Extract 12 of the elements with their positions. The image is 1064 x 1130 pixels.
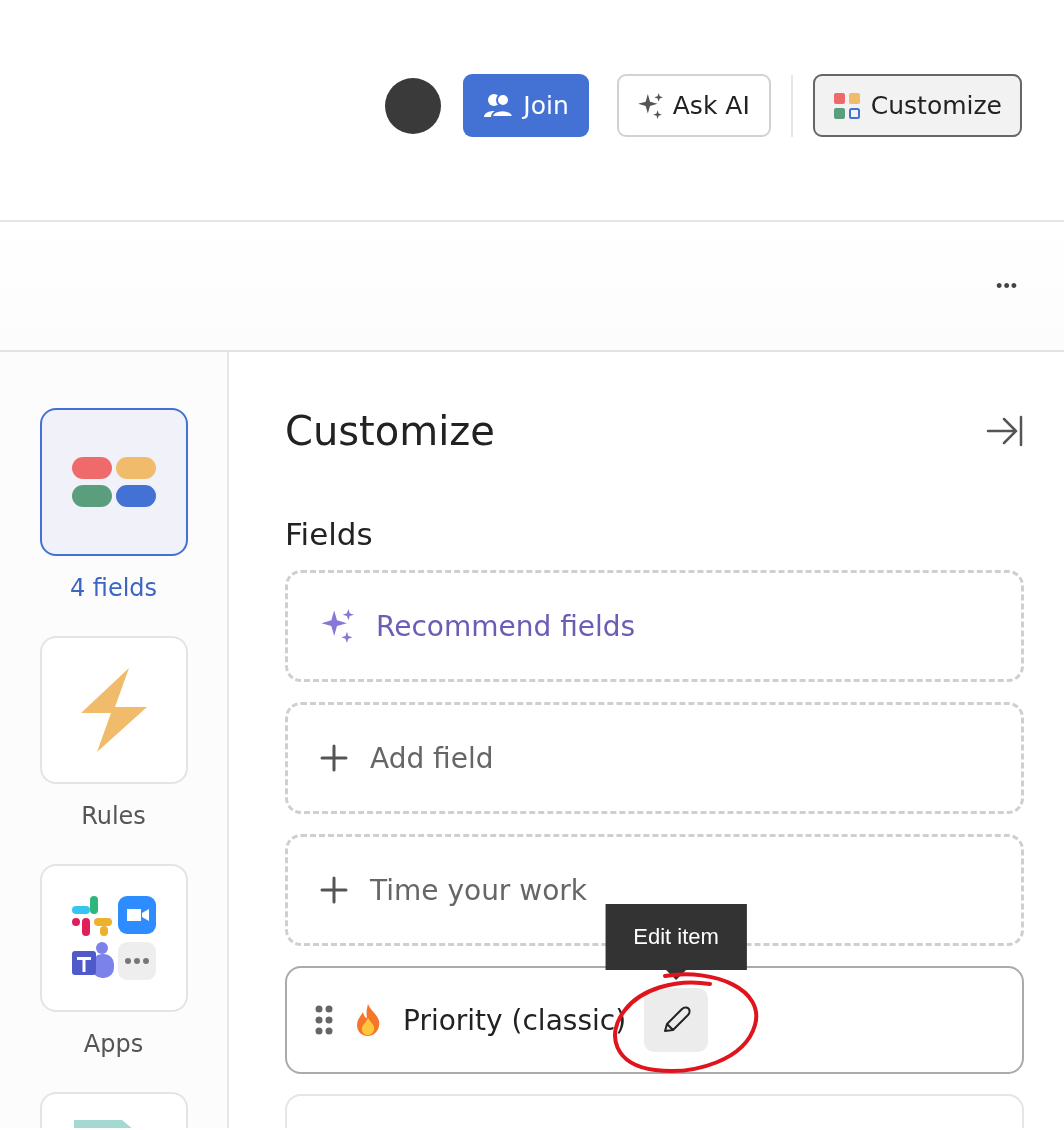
ask-ai-button[interactable]: Ask AI (616, 74, 771, 137)
customize-button[interactable]: Customize (812, 74, 1022, 137)
join-button[interactable]: Join (463, 74, 589, 137)
rail-label: Rules (81, 802, 146, 830)
recommend-fields-button[interactable]: Recommend fields (285, 570, 1024, 682)
tooltip: Edit item (605, 904, 747, 980)
rail-label: 4 fields (69, 574, 158, 602)
add-button[interactable]: Add field (285, 702, 1024, 814)
section-title: Fields (285, 516, 374, 552)
more-button[interactable]: ••• (996, 275, 1018, 297)
rail-label: Apps (83, 1030, 144, 1058)
panel-title: Customize (285, 408, 495, 454)
